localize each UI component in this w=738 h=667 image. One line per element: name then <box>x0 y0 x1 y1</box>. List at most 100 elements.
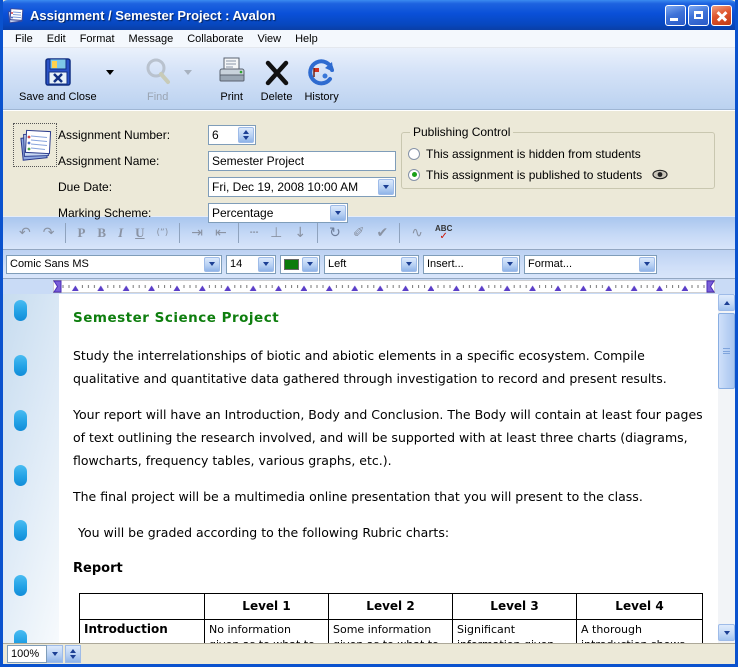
table-cell: Introduction <box>80 620 205 644</box>
binding-pill <box>14 575 27 596</box>
document-editor-area[interactable]: Semester Science Project Study the inter… <box>3 294 735 643</box>
paragraph: You will be graded according to the foll… <box>73 521 705 544</box>
application-window: Assignment / Semester Project : Avalon F… <box>0 0 738 667</box>
chevron-down-icon <box>644 262 650 266</box>
print-icon <box>215 54 249 90</box>
save-and-close-button[interactable]: Save and Close <box>13 52 103 105</box>
quote-icon[interactable]: (”) <box>151 228 175 238</box>
stationery-background <box>3 294 59 643</box>
squiggle-icon[interactable]: ∿ <box>405 225 429 241</box>
italic-icon[interactable]: I <box>112 225 129 241</box>
menu-item-collaborate[interactable]: Collaborate <box>180 31 250 47</box>
header-cell: Level 1 <box>205 594 329 620</box>
delete-icon <box>262 54 292 90</box>
revert-icon[interactable]: ↻ <box>323 225 347 241</box>
chevron-down-icon <box>307 262 313 266</box>
history-label: History <box>304 91 338 103</box>
scroll-down-button[interactable] <box>718 624 735 641</box>
assignment-notes-icon <box>13 123 57 167</box>
marking-scheme-dropdown[interactable]: Percentage <box>208 203 348 223</box>
menu-item-help[interactable]: Help <box>288 31 325 47</box>
zoom-control[interactable]: 100% <box>7 645 81 663</box>
chevron-down-icon <box>406 262 412 266</box>
underline-icon[interactable]: U <box>129 225 150 241</box>
accept-icon[interactable]: ✔ <box>371 225 395 241</box>
document-subheading: Report <box>73 557 705 580</box>
redo-icon[interactable]: ↷ <box>37 225 61 241</box>
combo-arrow[interactable] <box>378 179 394 195</box>
chevron-down-icon <box>52 652 58 656</box>
alignment-dropdown[interactable]: Left <box>324 255 419 274</box>
window-title: Assignment / Semester Project : Avalon <box>30 8 663 23</box>
radio-unselected-icon[interactable] <box>408 148 420 160</box>
indent-icon[interactable]: ⇥ <box>185 225 209 241</box>
baseline-icon[interactable]: ⊥ <box>264 225 288 241</box>
minimize-button[interactable] <box>665 5 686 26</box>
header-cell: Level 3 <box>453 594 577 620</box>
window-icon <box>7 7 24 23</box>
publishing-control-group: Publishing Control This assignment is hi… <box>401 125 715 189</box>
color-swatch <box>284 259 299 270</box>
find-label: Find <box>147 91 168 103</box>
paragraph: The final project will be a multimedia o… <box>73 485 705 508</box>
outdent-icon[interactable]: ⇤ <box>209 225 233 241</box>
due-date-dropdown[interactable]: Fri, Dec 19, 2008 10:00 AM <box>208 177 396 197</box>
chevron-down-icon <box>263 262 269 266</box>
font-size-dropdown[interactable]: 14 <box>226 255 276 274</box>
menu-item-edit[interactable]: Edit <box>40 31 73 47</box>
assignment-name-field[interactable]: Semester Project <box>208 151 396 171</box>
published-to-students-option[interactable]: This assignment is published to students <box>408 164 708 185</box>
zoom-stepper[interactable] <box>65 645 81 663</box>
table-cell: Significant information given reader is … <box>453 620 577 644</box>
hidden-from-students-option[interactable]: This assignment is hidden from students <box>408 143 708 164</box>
maximize-button[interactable] <box>688 5 709 26</box>
font-family-dropdown[interactable]: Comic Sans MS <box>6 255 222 274</box>
chevron-down-icon <box>335 211 341 215</box>
eye-icon[interactable] <box>652 169 668 180</box>
history-icon <box>305 54 339 90</box>
combo-arrow[interactable] <box>330 205 346 221</box>
menu-item-message[interactable]: Message <box>122 31 181 47</box>
undo-icon[interactable]: ↶ <box>13 225 37 241</box>
chevron-down-icon <box>209 262 215 266</box>
close-button[interactable] <box>711 5 732 26</box>
menu-item-format[interactable]: Format <box>73 31 122 47</box>
header-cell: Level 4 <box>577 594 703 620</box>
ruler[interactable] <box>53 280 715 293</box>
menu-item-view[interactable]: View <box>250 31 288 47</box>
spin-up-icon <box>70 649 76 653</box>
insert-dropdown[interactable]: Insert... <box>423 255 520 274</box>
zoom-dropdown-button[interactable] <box>47 645 63 663</box>
delete-button[interactable]: Delete <box>255 52 299 105</box>
down-arrow-icon[interactable]: ↓ <box>288 225 312 241</box>
save-dropdown-arrow[interactable] <box>103 52 117 92</box>
document-content[interactable]: Semester Science Project Study the inter… <box>73 294 705 643</box>
assignment-form-panel: Assignment Number: 6 Assignment Name: Se… <box>3 110 735 216</box>
title-bar[interactable]: Assignment / Semester Project : Avalon <box>0 0 738 30</box>
menu-item-file[interactable]: File <box>8 31 40 47</box>
history-button[interactable]: History <box>298 52 344 105</box>
header-cell: Level 2 <box>329 594 453 620</box>
format-dropdown[interactable]: Format... <box>524 255 657 274</box>
paragraph-icon[interactable]: P <box>71 225 91 241</box>
font-color-dropdown[interactable] <box>280 255 320 274</box>
print-button[interactable]: Print <box>209 52 255 105</box>
pencil-icon[interactable]: ✐ <box>347 225 371 241</box>
scrollbar-thumb[interactable] <box>718 313 735 389</box>
print-label: Print <box>220 91 243 103</box>
scroll-up-button[interactable] <box>718 294 735 311</box>
save-and-close-label: Save and Close <box>19 91 97 103</box>
status-bar: 100% <box>3 643 735 663</box>
radio-selected-icon[interactable] <box>408 169 420 181</box>
chevron-down-icon <box>507 262 513 266</box>
assignment-number-stepper[interactable]: 6 <box>208 125 256 145</box>
zoom-level[interactable]: 100% <box>7 645 47 663</box>
spellcheck-icon[interactable]: ABC ✓ <box>429 225 458 241</box>
vertical-scrollbar[interactable] <box>718 294 735 643</box>
dotted-rule-icon[interactable]: ┄ <box>244 225 264 241</box>
delete-label: Delete <box>261 91 293 103</box>
bold-icon[interactable]: B <box>91 225 112 241</box>
table-cell: A thorough introduction shows that the w… <box>577 620 703 644</box>
spinner-buttons[interactable] <box>238 127 254 143</box>
due-date-label: Due Date: <box>58 180 208 194</box>
